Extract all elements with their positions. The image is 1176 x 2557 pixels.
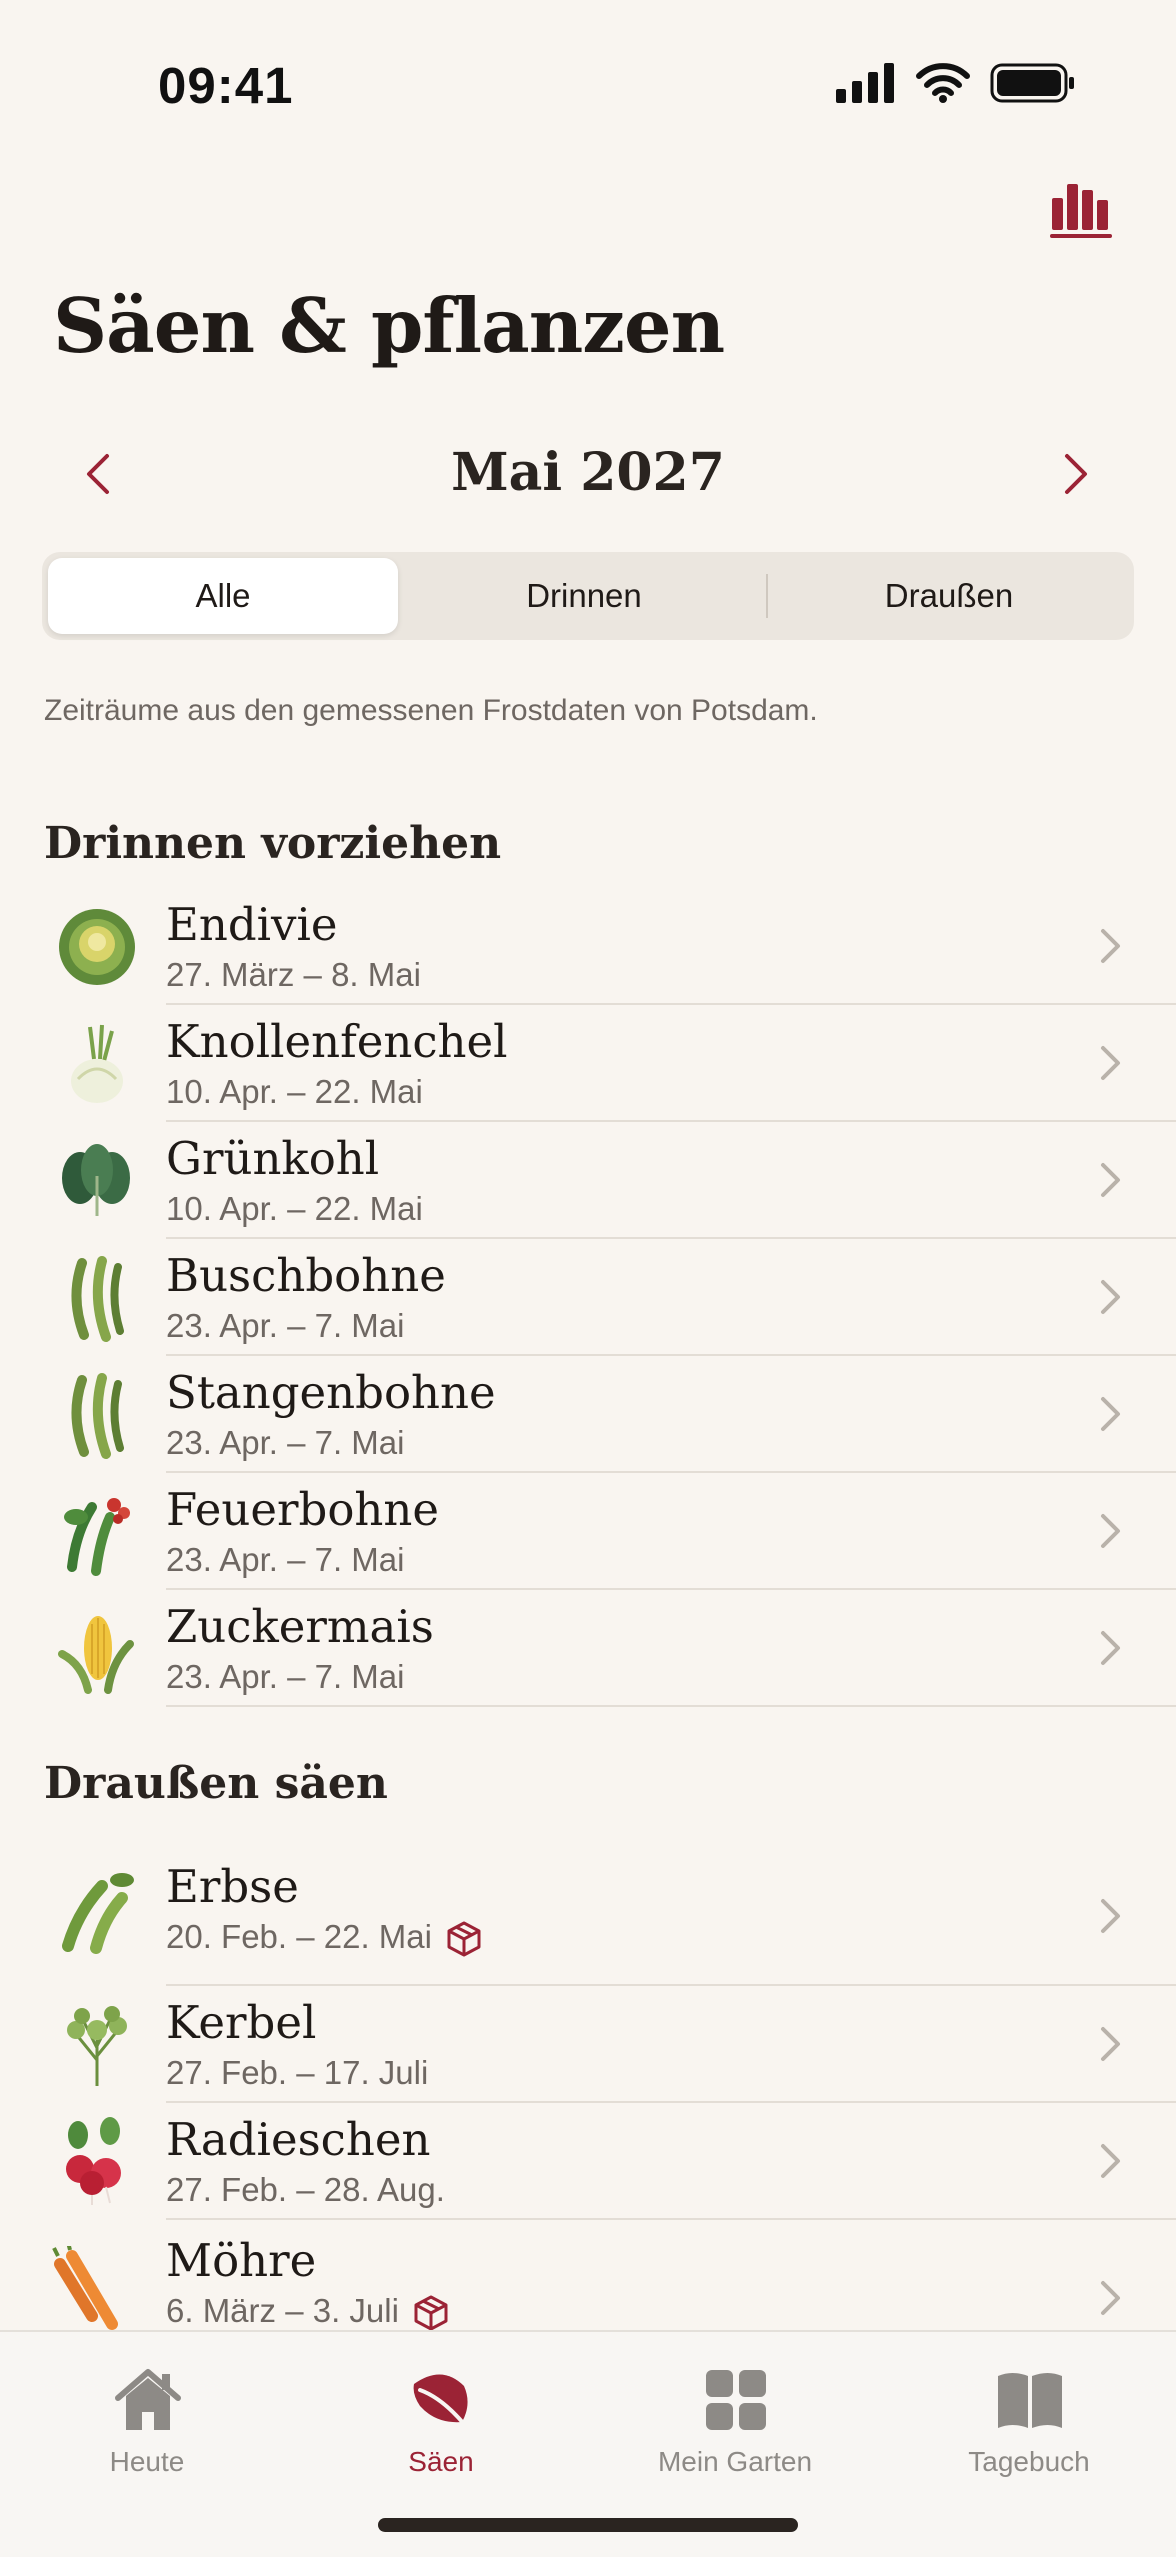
section-title: Drinnen vorziehen	[44, 818, 502, 869]
sowing-dates: 20. Feb. – 22. Mai	[166, 1918, 484, 1959]
list-item[interactable]: Buschbohne 23. Apr. – 7. Mai	[0, 1239, 1176, 1356]
tab-heute[interactable]: Heute	[0, 2346, 294, 2486]
carrot-icon	[52, 2246, 118, 2330]
plant-name: Buschbohne	[166, 1249, 446, 1302]
tab-label: Säen	[408, 2446, 474, 2477]
tab-label: Heute	[109, 2446, 185, 2477]
plant-name: Erbse	[166, 1860, 299, 1913]
book-icon	[998, 2373, 1062, 2428]
battery-icon	[990, 63, 1074, 103]
runner-bean-icon	[64, 1498, 130, 1576]
chevron-right-icon	[1101, 2281, 1120, 2315]
list-item[interactable]: Zuckermais 23. Apr. – 7. Mai	[0, 1590, 1176, 1707]
month-label: Mai 2027	[451, 442, 725, 503]
tab-label: Mein Garten	[657, 2446, 813, 2477]
status-icons	[836, 62, 1076, 104]
radish-icon	[66, 2117, 121, 2205]
list-item[interactable]: Feuerbohne 23. Apr. – 7. Mai	[0, 1473, 1176, 1590]
list-item[interactable]: Knollenfenchel 10. Apr. – 22. Mai	[0, 1005, 1176, 1122]
endive-icon	[59, 909, 135, 985]
plant-name: Knollenfenchel	[166, 1015, 508, 1068]
chevron-right-icon	[1101, 2027, 1120, 2061]
home-indicator	[378, 2518, 798, 2532]
box-icon	[447, 1921, 481, 1957]
tab-mein-garten[interactable]: Mein Garten	[588, 2346, 882, 2486]
list-item[interactable]: Radieschen 27. Feb. – 28. Aug.	[0, 2103, 1176, 2220]
sowing-dates-text: 20. Feb. – 22. Mai	[166, 1918, 432, 1955]
status-time: 09:41	[158, 57, 294, 114]
month-navigator: Mai 2027	[0, 430, 1176, 512]
signal-icon	[836, 63, 894, 103]
chevron-right-icon	[1101, 1163, 1120, 1197]
chevron-right-icon	[1101, 1899, 1120, 1933]
chevron-right-icon	[1065, 454, 1087, 494]
list-item[interactable]: Stangenbohne 23. Apr. – 7. Mai	[0, 1356, 1176, 1473]
tab-label: Tagebuch	[968, 2446, 1090, 2477]
wifi-icon	[916, 63, 970, 103]
sowing-dates: 27. Feb. – 17. Juli	[166, 2054, 429, 2091]
list-item[interactable]: Erbse 20. Feb. – 22. Mai	[0, 1848, 1176, 1986]
chevron-right-icon	[1101, 1631, 1120, 1665]
segment-alle[interactable]: Alle	[48, 558, 398, 634]
segment-drinnen[interactable]: Drinnen	[404, 558, 764, 634]
sowing-dates: 23. Apr. – 7. Mai	[166, 1658, 405, 1695]
sowing-dates: 27. Feb. – 28. Aug.	[166, 2171, 445, 2208]
page-title: Säen & pflanzen	[53, 282, 725, 370]
chevron-right-icon	[1101, 1514, 1120, 1548]
plant-name: Radieschen	[166, 2113, 431, 2166]
chevron-right-icon	[1101, 2144, 1120, 2178]
chervil-icon	[67, 2006, 127, 2086]
sowing-dates: 23. Apr. – 7. Mai	[166, 1541, 405, 1578]
chevron-right-icon	[1101, 929, 1120, 963]
chevron-right-icon	[1101, 1046, 1120, 1080]
grid-icon	[706, 2370, 766, 2430]
sowing-dates: 23. Apr. – 7. Mai	[166, 1424, 405, 1461]
statistics-button[interactable]	[1046, 176, 1118, 240]
plant-name: Möhre	[166, 2234, 317, 2287]
list-item[interactable]: Kerbel 27. Feb. – 17. Juli	[0, 1986, 1176, 2103]
plant-name: Grünkohl	[166, 1132, 380, 1185]
frost-dates-hint: Zeiträume aus den gemessenen Frostdaten …	[44, 694, 818, 727]
pea-icon	[62, 1873, 134, 1954]
bean-icon	[71, 1373, 124, 1459]
status-bar: 09:41	[0, 0, 1176, 150]
plant-name: Zuckermais	[166, 1600, 434, 1653]
chevron-right-icon	[1101, 1397, 1120, 1431]
filter-segmented-control: Alle Drinnen Draußen	[42, 552, 1134, 640]
leaf-icon	[413, 2374, 474, 2434]
fennel-icon	[71, 1024, 123, 1103]
bean-icon	[71, 1256, 124, 1342]
segment-divider	[766, 574, 768, 618]
row-divider	[166, 1705, 1176, 1707]
bar-chart-icon	[1050, 184, 1112, 238]
sowing-dates-text: 6. März – 3. Juli	[166, 2292, 399, 2329]
tab-tagebuch[interactable]: Tagebuch	[882, 2346, 1176, 2486]
sowing-dates: 23. Apr. – 7. Mai	[166, 1307, 405, 1344]
sowing-dates: 10. Apr. – 22. Mai	[166, 1190, 423, 1227]
corn-icon	[58, 1616, 134, 1694]
tab-saeen[interactable]: Säen	[294, 2346, 588, 2486]
plant-name: Stangenbohne	[166, 1366, 496, 1419]
plant-name: Endivie	[166, 898, 338, 951]
kale-icon	[62, 1144, 130, 1216]
house-icon	[115, 2369, 181, 2430]
list-item[interactable]: Grünkohl 10. Apr. – 22. Mai	[0, 1122, 1176, 1239]
sowing-dates: 6. März – 3. Juli	[166, 2292, 451, 2333]
next-month-button[interactable]	[1046, 444, 1106, 504]
box-icon	[414, 2295, 448, 2331]
chevron-right-icon	[1101, 1280, 1120, 1314]
plant-name: Kerbel	[166, 1996, 317, 2049]
section-title: Draußen säen	[44, 1758, 388, 1809]
plant-name: Feuerbohne	[166, 1483, 440, 1536]
list-item[interactable]: Endivie 27. März – 8. Mai	[0, 888, 1176, 1005]
sowing-dates: 27. März – 8. Mai	[166, 956, 421, 993]
segment-draussen[interactable]: Draußen	[770, 558, 1128, 634]
sowing-dates: 10. Apr. – 22. Mai	[166, 1073, 423, 1110]
